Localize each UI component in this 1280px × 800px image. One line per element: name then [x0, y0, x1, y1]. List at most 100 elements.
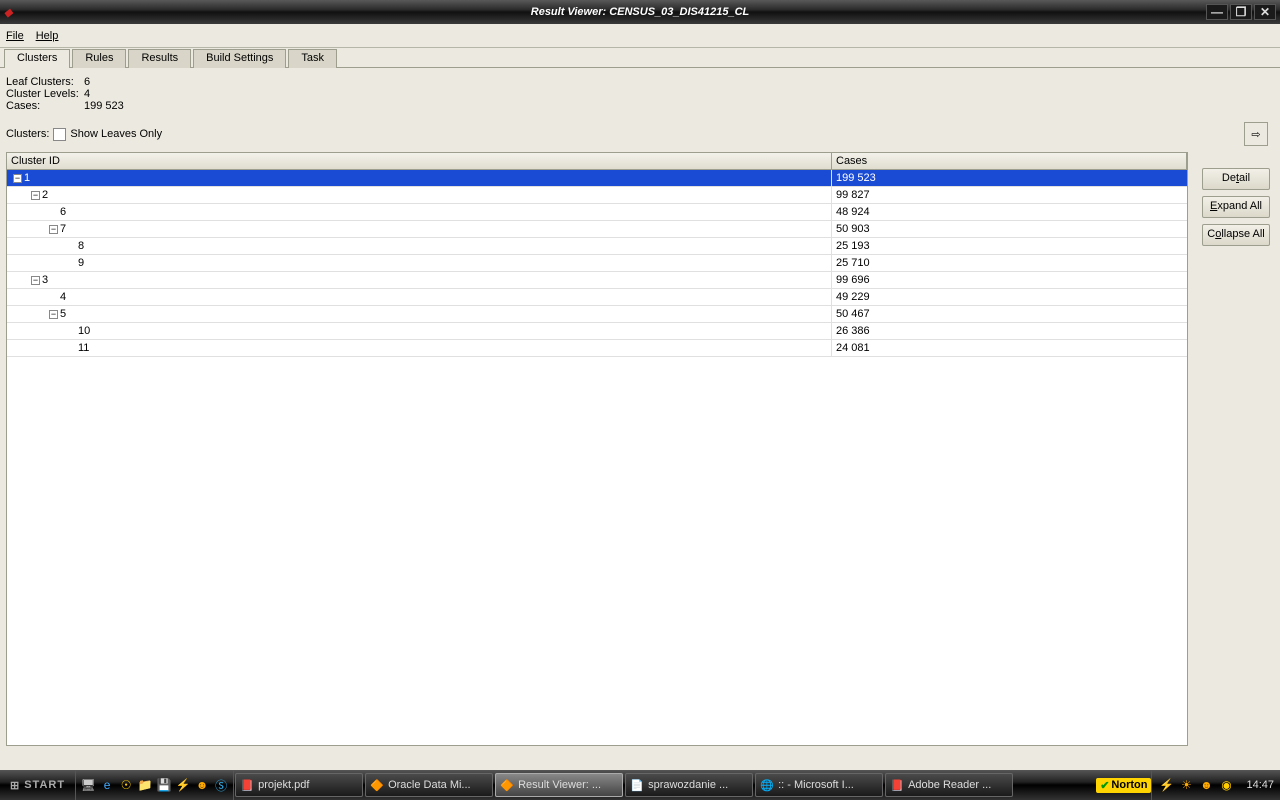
window-controls: — ❐ ✕	[1206, 4, 1280, 20]
cluster-row[interactable]: −750 903	[7, 221, 1187, 238]
task-label: projekt.pdf	[258, 779, 309, 791]
detail-button[interactable]: Detail	[1202, 168, 1270, 190]
cell-cases: 25 193	[832, 240, 1187, 252]
task-label: Adobe Reader ...	[908, 779, 991, 791]
taskbar-item[interactable]: 🔶 Result Viewer: ...	[495, 773, 623, 797]
task-icon: 🔶	[500, 778, 514, 792]
desktop-icon[interactable]: 🖥	[80, 777, 96, 793]
show-leaves-label: Show Leaves Only	[70, 128, 162, 140]
save-icon[interactable]: 💾	[156, 777, 172, 793]
cluster-row[interactable]: 925 710	[7, 255, 1187, 272]
cases-value: 199 523	[84, 100, 124, 112]
winamp-icon[interactable]: ⚡	[175, 777, 191, 793]
task-icon: 📕	[240, 778, 254, 792]
cluster-id-value: 4	[60, 291, 66, 303]
close-button[interactable]: ✕	[1254, 4, 1276, 20]
ie-icon[interactable]: e	[99, 777, 115, 793]
cell-cluster-id: 10	[7, 323, 832, 339]
cluster-row[interactable]: −550 467	[7, 306, 1187, 323]
cluster-row[interactable]: −299 827	[7, 187, 1187, 204]
refresh-button[interactable]: ⇨	[1244, 122, 1268, 146]
expand-all-button[interactable]: Expand All	[1202, 196, 1270, 218]
cell-cases: 99 696	[832, 274, 1187, 286]
task-icon: 📄	[630, 778, 644, 792]
cluster-id-value: 9	[78, 257, 84, 269]
cell-cluster-id: −1	[7, 170, 832, 186]
cell-cases: 26 386	[832, 325, 1187, 337]
gadu-icon[interactable]: ☻	[194, 777, 210, 793]
tray-network-icon[interactable]: ◉	[1218, 777, 1234, 793]
taskbar: ⊞ START 🖥 e ☉ 📁 💾 ⚡ ☻ Ⓢ 📕 projekt.pdf 🔶 Ora…	[0, 770, 1280, 800]
tab-rules[interactable]: Rules	[72, 49, 126, 68]
task-label: Result Viewer: ...	[518, 779, 601, 791]
cluster-row[interactable]: −399 696	[7, 272, 1187, 289]
cluster-levels-value: 4	[84, 88, 90, 100]
cell-cases: 24 081	[832, 342, 1187, 354]
table-header: Cluster ID Cases	[7, 153, 1187, 170]
cell-cluster-id: 11	[7, 340, 832, 356]
skype-icon[interactable]: Ⓢ	[213, 777, 229, 793]
cell-cases: 99 827	[832, 189, 1187, 201]
task-label: sprawozdanie ...	[648, 779, 728, 791]
tray-sun-icon[interactable]: ☀	[1178, 777, 1194, 793]
cluster-row[interactable]: 449 229	[7, 289, 1187, 306]
clock[interactable]: 14:47	[1240, 779, 1280, 791]
cluster-row[interactable]: −1199 523	[7, 170, 1187, 187]
titlebar: ◆ Result Viewer: CENSUS_03_DIS41215_CL —…	[0, 0, 1280, 24]
tabrow: ClustersRulesResultsBuild SettingsTask	[0, 48, 1280, 68]
menu-help[interactable]: Help	[36, 30, 59, 42]
app-icon: ◆	[4, 6, 24, 19]
cluster-id-value: 5	[60, 308, 66, 320]
collapse-icon[interactable]: −	[31, 191, 40, 200]
tray-winamp-icon[interactable]: ⚡	[1158, 777, 1174, 793]
cell-cluster-id: 4	[7, 289, 832, 305]
header-cases[interactable]: Cases	[832, 153, 1187, 169]
minimize-button[interactable]: —	[1206, 4, 1228, 20]
taskbar-item[interactable]: 🔶 Oracle Data Mi...	[365, 773, 493, 797]
norton-badge[interactable]: ✔Norton	[1096, 778, 1151, 793]
header-cluster-id[interactable]: Cluster ID	[7, 153, 832, 169]
cell-cluster-id: −2	[7, 187, 832, 203]
start-button[interactable]: ⊞ START	[0, 779, 75, 792]
cluster-id-value: 6	[60, 206, 66, 218]
cluster-row[interactable]: 1124 081	[7, 340, 1187, 357]
outlook-icon[interactable]: ☉	[118, 777, 134, 793]
tab-results[interactable]: Results	[128, 49, 191, 68]
tray-gadu-icon[interactable]: ☻	[1198, 777, 1214, 793]
info-area: Leaf Clusters:6 Cluster Levels:4 Cases:1…	[0, 68, 1280, 152]
clusters-filter-label: Clusters:	[6, 128, 49, 140]
task-label: Oracle Data Mi...	[388, 779, 471, 791]
cluster-id-value: 10	[78, 325, 90, 337]
cluster-id-value: 2	[42, 189, 48, 201]
cluster-id-value: 7	[60, 223, 66, 235]
task-icon: 🔶	[370, 778, 384, 792]
cell-cluster-id: 8	[7, 238, 832, 254]
menu-file[interactable]: File	[6, 30, 24, 42]
collapse-icon[interactable]: −	[49, 310, 58, 319]
cluster-table: Cluster ID Cases −1199 523−299 827648 92…	[6, 152, 1188, 746]
show-leaves-checkbox[interactable]	[53, 128, 66, 141]
collapse-icon[interactable]: −	[13, 174, 22, 183]
cluster-row[interactable]: 648 924	[7, 204, 1187, 221]
task-icon: 📕	[890, 778, 904, 792]
task-label: :: - Microsoft I...	[778, 779, 854, 791]
collapse-icon[interactable]: −	[31, 276, 40, 285]
collapse-icon[interactable]: −	[49, 225, 58, 234]
task-icon: 🌐	[760, 778, 774, 792]
collapse-all-button[interactable]: Collapse All	[1202, 224, 1270, 246]
cluster-row[interactable]: 10 26 386	[7, 323, 1187, 340]
taskbar-item[interactable]: 🌐:: - Microsoft I...	[755, 773, 883, 797]
maximize-button[interactable]: ❐	[1230, 4, 1252, 20]
tab-clusters[interactable]: Clusters	[4, 49, 70, 68]
taskbar-item[interactable]: 📄 sprawozdanie ...	[625, 773, 753, 797]
explorer-icon[interactable]: 📁	[137, 777, 153, 793]
cluster-row[interactable]: 825 193	[7, 238, 1187, 255]
cell-cluster-id: −5	[7, 306, 832, 322]
leaf-clusters-value: 6	[84, 76, 90, 88]
cell-cluster-id: 6	[7, 204, 832, 220]
taskbar-item[interactable]: 📕 projekt.pdf	[235, 773, 363, 797]
cell-cluster-id: 9	[7, 255, 832, 271]
tab-build-settings[interactable]: Build Settings	[193, 49, 286, 68]
tab-task[interactable]: Task	[288, 49, 337, 68]
taskbar-item[interactable]: 📕 Adobe Reader ...	[885, 773, 1013, 797]
